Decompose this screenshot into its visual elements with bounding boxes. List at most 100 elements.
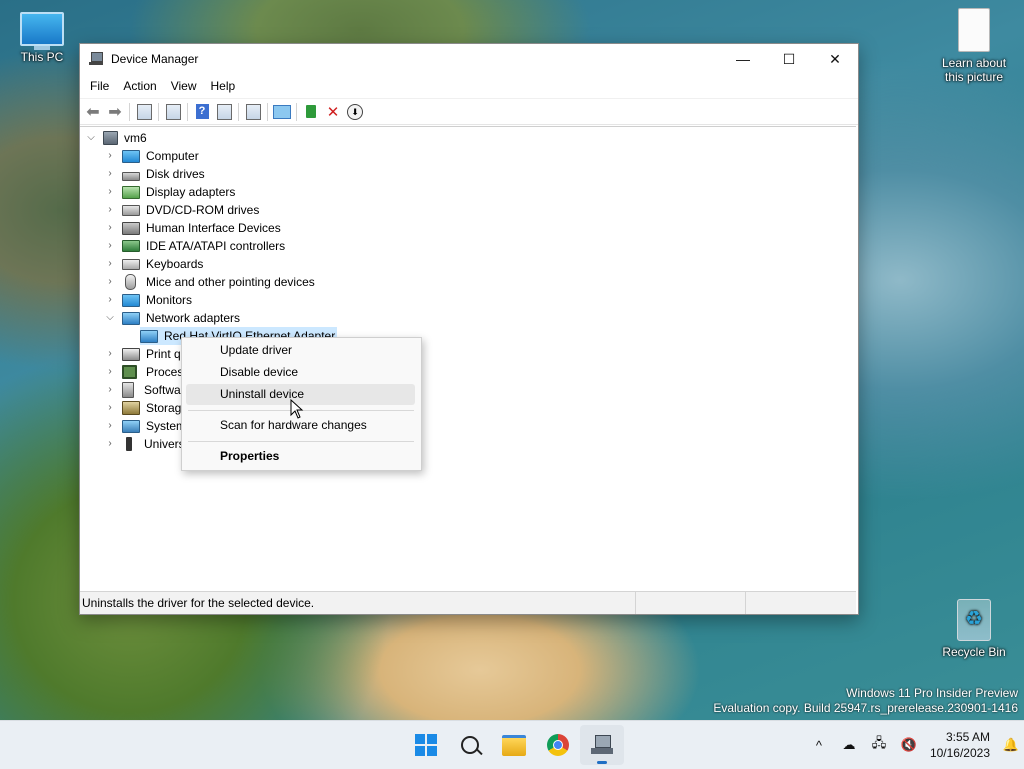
onedrive-icon[interactable]: ☁ — [834, 737, 864, 753]
notification-bell-icon[interactable]: 🔔 — [998, 737, 1024, 753]
tree-item-network-adapters[interactable]: ⌵ Network adapters — [104, 309, 240, 327]
menu-action[interactable]: Action — [116, 79, 163, 93]
network-icon[interactable]: 🖧 — [864, 734, 894, 756]
tree-item-display-adapters[interactable]: › Display adapters — [104, 183, 235, 201]
monitor-icon — [122, 293, 140, 307]
uninstall-device-button[interactable]: ✕ — [322, 102, 344, 122]
toolbar-separator — [129, 102, 130, 121]
watermark-line-1: Windows 11 Pro Insider Preview — [846, 686, 1018, 700]
help-button[interactable]: ? — [191, 102, 213, 122]
minimize-button[interactable]: — — [720, 44, 766, 74]
menu-view[interactable]: View — [164, 79, 204, 93]
tree-item-monitors[interactable]: › Monitors — [104, 291, 192, 309]
chevron-right-icon[interactable]: › — [104, 147, 116, 165]
search-button[interactable] — [448, 725, 492, 765]
chevron-right-icon[interactable]: › — [104, 273, 116, 291]
context-menu-disable-device[interactable]: Disable device — [186, 362, 415, 383]
tree-item-label: Human Interface Devices — [146, 221, 281, 235]
status-cell — [634, 592, 746, 614]
chevron-right-icon[interactable]: › — [104, 219, 116, 237]
tree-item-software-devices[interactable]: › Softwar — [104, 381, 185, 399]
chevron-right-icon[interactable]: › — [104, 237, 116, 255]
chevron-right-icon[interactable]: › — [104, 417, 116, 435]
properties-toolbar-button[interactable] — [162, 102, 184, 122]
maximize-button[interactable]: ☐ — [766, 44, 812, 74]
tree-item-label: IDE ATA/ATAPI controllers — [146, 239, 286, 253]
close-button[interactable]: ✕ — [812, 44, 858, 74]
context-menu-update-driver[interactable]: Update driver — [186, 340, 415, 361]
tree-item-mice[interactable]: › Mice and other pointing devices — [104, 273, 315, 291]
tree-root[interactable]: ⌵ vm6 — [85, 129, 147, 147]
tree-item-ide-controllers[interactable]: › IDE ATA/ATAPI controllers — [104, 237, 285, 255]
chevron-right-icon[interactable]: › — [104, 183, 116, 201]
clock[interactable]: 3:55 AM 10/16/2023 — [924, 729, 998, 761]
chevron-right-icon[interactable]: › — [104, 345, 116, 363]
tree-item-label: Mice and other pointing devices — [146, 275, 315, 289]
desktop-icon-label: Recycle Bin — [942, 645, 1006, 659]
chevron-right-icon[interactable]: › — [104, 201, 116, 219]
chevron-down-icon[interactable]: ⌵ — [104, 309, 116, 327]
chrome-button[interactable] — [536, 725, 580, 765]
chevron-right-icon[interactable]: › — [104, 165, 116, 183]
chevron-right-icon[interactable]: › — [104, 363, 116, 381]
console-tree-icon — [136, 103, 152, 120]
back-button[interactable]: ⬅ — [82, 102, 104, 122]
show-hide-console-tree-button[interactable] — [133, 102, 155, 122]
tree-item-storage-controllers[interactable]: › Storage — [104, 399, 188, 417]
tree-item-system-devices[interactable]: › System — [104, 417, 186, 435]
hid-icon — [122, 221, 140, 235]
device-manager-taskbar-button[interactable] — [580, 725, 624, 765]
tree-item-processors[interactable]: › Process — [104, 363, 189, 381]
desktop-icon-this-pc[interactable]: This PC — [0, 12, 84, 64]
disable-device-button[interactable]: ⬇ — [344, 102, 366, 122]
tree-item-disk-drives[interactable]: › Disk drives — [104, 165, 204, 183]
tree-item-dvd-drives[interactable]: › DVD/CD-ROM drives — [104, 201, 259, 219]
tree-item-label: Network adapters — [146, 311, 241, 325]
chevron-right-icon[interactable]: › — [104, 399, 116, 417]
volume-muted-icon[interactable]: 🔇 — [894, 737, 924, 753]
os-watermark: Windows 11 Pro Insider Preview Evaluatio… — [713, 686, 1018, 716]
chevron-down-icon[interactable]: ⌵ — [85, 129, 97, 147]
file-explorer-button[interactable] — [492, 725, 536, 765]
menu-file[interactable]: File — [83, 79, 116, 93]
chevron-right-icon[interactable]: › — [104, 291, 116, 309]
forward-button[interactable]: ➡ — [104, 102, 126, 122]
computer-icon — [20, 12, 64, 50]
taskbar-apps — [404, 725, 624, 765]
search-icon — [461, 736, 479, 754]
chevron-right-icon[interactable]: › — [104, 381, 116, 399]
update-driver-icon — [245, 103, 261, 120]
tree-item-label: Computer — [146, 149, 199, 163]
chevron-right-icon[interactable]: › — [104, 255, 116, 273]
show-action-pane-button[interactable] — [213, 102, 235, 122]
tree-item-label: Keyboards — [146, 257, 204, 271]
scan-hardware-button[interactable] — [271, 102, 293, 122]
action-pane-icon — [216, 103, 232, 120]
context-menu-properties[interactable]: Properties — [186, 446, 415, 467]
tree-item-keyboards[interactable]: › Keyboards — [104, 255, 203, 273]
device-manager-icon — [89, 52, 103, 66]
add-driver-button[interactable] — [300, 102, 322, 122]
status-bar: Uninstalls the driver for the selected d… — [80, 591, 856, 614]
update-driver-button[interactable] — [242, 102, 264, 122]
tree-item-print-queues[interactable]: › Print qu — [104, 345, 187, 363]
properties-icon — [165, 103, 181, 120]
network-adapter-icon — [122, 311, 140, 325]
toolbar-separator — [296, 102, 297, 121]
desktop-icon-recycle-bin[interactable]: ♻ Recycle Bin — [932, 599, 1016, 659]
menu-help[interactable]: Help — [204, 79, 243, 93]
show-hidden-icons-button[interactable]: ^ — [804, 738, 834, 753]
down-arrow-circle-icon: ⬇ — [347, 103, 363, 120]
tree-item-computer[interactable]: › Computer — [104, 147, 199, 165]
start-button[interactable] — [404, 725, 448, 765]
tree-item-label: Monitors — [146, 293, 193, 307]
desktop-icon-learn-about-picture[interactable]: Learn about this picture — [932, 8, 1016, 84]
active-app-indicator — [597, 761, 607, 764]
tree-item-hid[interactable]: › Human Interface Devices — [104, 219, 281, 237]
keyboard-icon — [122, 258, 140, 270]
clock-time: 3:55 AM — [945, 730, 990, 744]
title-bar[interactable]: Device Manager — ☐ ✕ — [80, 44, 858, 74]
chevron-right-icon[interactable]: › — [104, 435, 116, 453]
tree-item-usb-controllers[interactable]: › Univers — [104, 435, 185, 453]
start-icon — [415, 734, 437, 756]
